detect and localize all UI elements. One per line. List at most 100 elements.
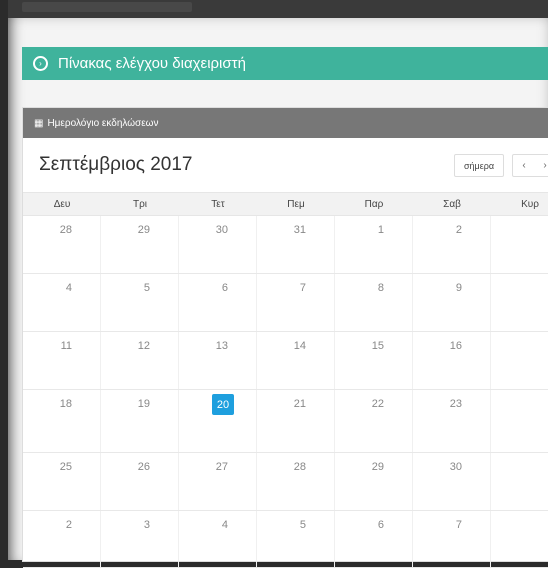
calendar-day-cell[interactable]: 4 xyxy=(23,274,101,331)
calendar-day-cell[interactable]: 5 xyxy=(101,274,179,331)
next-month-button[interactable]: › xyxy=(534,154,548,177)
weekday-header-row: Δευ Τρι Τετ Πεμ Παρ Σαβ Κυρ xyxy=(23,192,548,216)
calendar-day-cell[interactable]: 25 xyxy=(23,453,101,510)
calendar-week-row: 28 29 30 31 1 2 xyxy=(23,216,548,274)
calendar-day-cell[interactable]: 2 xyxy=(23,511,101,567)
calendar-day-cell[interactable]: 4 xyxy=(179,511,257,567)
day-number: 31 xyxy=(293,224,306,236)
day-number: 14 xyxy=(293,340,306,352)
weekday-label: Παρ xyxy=(364,198,384,210)
day-number: 6 xyxy=(221,282,228,294)
calendar-day-cell[interactable]: 27 xyxy=(179,453,257,510)
day-number: 18 xyxy=(59,398,72,410)
calendar-day-cell[interactable]: 28 xyxy=(257,453,335,510)
today-button[interactable]: σήμερα xyxy=(454,154,504,177)
weekday-label: Κυρ xyxy=(521,198,539,210)
calendar-day-cell[interactable]: 8 xyxy=(335,274,413,331)
calendar-day-cell[interactable] xyxy=(491,216,548,273)
calendar-day-cell[interactable]: 29 xyxy=(101,216,179,273)
calendar-day-cell[interactable]: 3 xyxy=(101,511,179,567)
day-number: 28 xyxy=(59,224,72,236)
day-number: 21 xyxy=(293,398,306,410)
day-number: 12 xyxy=(137,340,150,352)
calendar-day-cell[interactable]: 22 xyxy=(335,390,413,452)
day-number: 3 xyxy=(143,519,150,531)
calendar-day-cell[interactable]: 26 xyxy=(101,453,179,510)
day-number: 9 xyxy=(455,282,462,294)
day-number: 4 xyxy=(65,282,72,294)
day-number: 23 xyxy=(449,398,462,410)
calendar-day-cell[interactable]: 29 xyxy=(335,453,413,510)
calendar-day-cell[interactable]: 5 xyxy=(257,511,335,567)
calendar-week-row: 4 5 6 7 8 9 xyxy=(23,274,548,332)
day-number: 2 xyxy=(455,224,462,236)
day-number: 22 xyxy=(371,398,384,410)
calendar-day-cell[interactable]: 15 xyxy=(335,332,413,389)
calendar-day-cell[interactable]: 6 xyxy=(335,511,413,567)
weekday-label: Σαβ xyxy=(443,198,461,210)
blurred-top-text xyxy=(22,2,192,12)
calendar-day-cell[interactable]: 21 xyxy=(257,390,335,452)
calendar-toolbar: Σεπτέμβριος 2017 σήμερα ‹ › xyxy=(23,138,548,191)
calendar-day-cell[interactable] xyxy=(491,390,548,452)
calendar-day-cell[interactable]: 23 xyxy=(413,390,491,452)
calendar-week-row: 2 3 4 5 6 7 xyxy=(23,511,548,568)
calendar-day-cell[interactable]: 20 xyxy=(179,390,257,452)
today-day-number: 20 xyxy=(212,394,234,415)
day-number: 7 xyxy=(455,519,462,531)
calendar-week-row: 18 19 20 21 22 23 xyxy=(23,390,548,453)
calendar-card: ▦ Ημερολόγιο εκδηλώσεων Σεπτέμβριος 2017… xyxy=(22,107,548,568)
day-number: 7 xyxy=(299,282,306,294)
calendar-day-cell[interactable]: 31 xyxy=(257,216,335,273)
day-number: 5 xyxy=(143,282,150,294)
dashboard-title: Πίνακας ελέγχου διαχειριστή xyxy=(58,55,246,72)
calendar-day-cell[interactable]: 1 xyxy=(335,216,413,273)
calendar-day-cell[interactable]: 7 xyxy=(257,274,335,331)
calendar-day-cell[interactable] xyxy=(491,453,548,510)
calendar-day-cell[interactable] xyxy=(491,332,548,389)
top-strip xyxy=(8,0,548,18)
calendar-day-cell[interactable]: 30 xyxy=(413,453,491,510)
weekday-label: Τετ xyxy=(211,198,225,210)
calendar-header: ▦ Ημερολόγιο εκδηλώσεων xyxy=(23,108,548,138)
calendar-day-cell[interactable]: 7 xyxy=(413,511,491,567)
weekday-label: Τρι xyxy=(132,198,148,210)
page: › Πίνακας ελέγχου διαχειριστή ▦ Ημερολόγ… xyxy=(8,0,548,568)
day-number: 5 xyxy=(299,519,306,531)
day-number: 13 xyxy=(215,340,228,352)
day-number: 30 xyxy=(215,224,228,236)
calendar-grid: Δευ Τρι Τετ Πεμ Παρ Σαβ Κυρ 28 29 30 31 1 2 4 5… xyxy=(23,192,548,568)
weekday-label: Πεμ xyxy=(287,198,305,210)
day-number: 11 xyxy=(60,340,72,352)
day-number: 30 xyxy=(449,461,462,473)
calendar-day-cell[interactable]: 18 xyxy=(23,390,101,452)
calendar-day-cell[interactable]: 6 xyxy=(179,274,257,331)
prev-month-button[interactable]: ‹ xyxy=(512,154,536,177)
calendar-week-row: 11 12 13 14 15 16 xyxy=(23,332,548,390)
day-number: 8 xyxy=(377,282,384,294)
calendar-day-cell[interactable] xyxy=(491,274,548,331)
day-number: 6 xyxy=(377,519,384,531)
calendar-day-cell[interactable]: 14 xyxy=(257,332,335,389)
calendar-day-cell[interactable]: 30 xyxy=(179,216,257,273)
day-number: 27 xyxy=(215,461,228,473)
calendar-day-cell[interactable]: 13 xyxy=(179,332,257,389)
calendar-week-row: 25 26 27 28 29 30 xyxy=(23,453,548,511)
calendar-day-cell[interactable]: 2 xyxy=(413,216,491,273)
day-number: 29 xyxy=(371,461,384,473)
weekday-label: Δευ xyxy=(53,198,71,210)
day-number: 1 xyxy=(377,224,384,236)
calendar-day-cell[interactable] xyxy=(491,511,548,567)
day-number: 16 xyxy=(449,340,462,352)
calendar-day-cell[interactable]: 28 xyxy=(23,216,101,273)
calendar-day-cell[interactable]: 12 xyxy=(101,332,179,389)
day-number: 26 xyxy=(137,461,150,473)
calendar-day-cell[interactable]: 16 xyxy=(413,332,491,389)
month-title: Σεπτέμβριος 2017 xyxy=(39,154,193,175)
calendar-day-cell[interactable]: 11 xyxy=(23,332,101,389)
day-number: 4 xyxy=(221,519,228,531)
calendar-day-cell[interactable]: 9 xyxy=(413,274,491,331)
dashboard-header: › Πίνακας ελέγχου διαχειριστή xyxy=(22,47,548,80)
calendar-day-cell[interactable]: 19 xyxy=(101,390,179,452)
day-number: 15 xyxy=(371,340,384,352)
